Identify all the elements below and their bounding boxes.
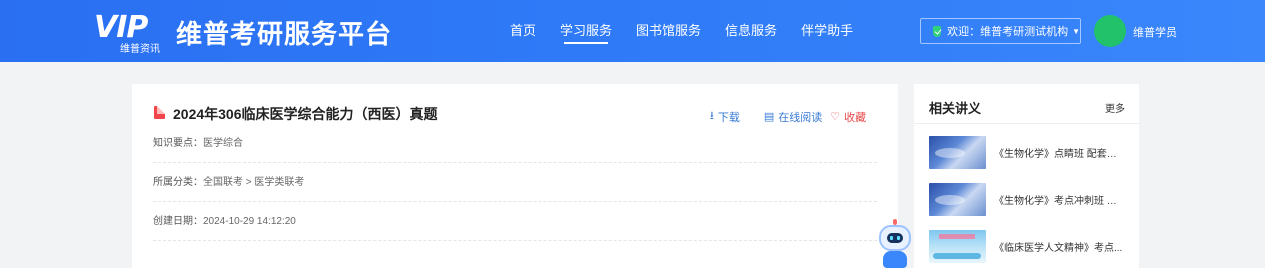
- robot-eye: [897, 236, 900, 240]
- platform-title: 维普考研服务平台: [176, 18, 393, 49]
- heart-icon: ♡: [830, 111, 841, 123]
- read-online-label: 在线阅读: [778, 111, 823, 124]
- nav-item-study-services[interactable]: 学习服务: [560, 0, 612, 62]
- welcome-text: 欢迎：维普考研测试机构: [947, 26, 1069, 38]
- nav-item-home[interactable]: 首页: [510, 0, 536, 62]
- list-item[interactable]: 《生物化学》点睛班 配套讲义: [929, 135, 1134, 170]
- institution-dropdown[interactable]: 欢迎：维普考研测试机构 ▼: [920, 18, 1081, 44]
- list-item[interactable]: 《临床医学人文精神》考点...: [929, 229, 1134, 264]
- meta-created-date: 创建日期：2024-10-29 14:12:20: [153, 202, 877, 241]
- document-card: 2024年306临床医学综合能力（西医）真题 ⭳ 下载 ▤ 在线阅读 ♡ 收藏 …: [132, 84, 898, 268]
- meta-value: 全国联考 > 医学类联考: [203, 177, 305, 188]
- robot-body: [883, 251, 907, 268]
- related-handouts-panel: 相关讲义 更多 《生物化学》点睛班 配套讲义 《生物化学》考点冲刺班 配... …: [914, 84, 1139, 268]
- read-icon: ▤: [763, 111, 775, 123]
- meta-label: 所属分类：: [153, 177, 203, 188]
- caret-down-icon: ▼: [1072, 26, 1080, 36]
- meta-value: 医学综合: [203, 138, 243, 149]
- panel-title: 相关讲义: [929, 101, 982, 116]
- robot-head: [879, 225, 911, 251]
- more-link[interactable]: 更多: [1105, 100, 1125, 115]
- vip-logo-mark: VIP 维普资讯: [94, 10, 166, 55]
- handout-thumbnail: [929, 136, 986, 169]
- list-item[interactable]: 《生物化学》考点冲刺班 配...: [929, 182, 1134, 217]
- nav-item-library-services[interactable]: 图书馆服务: [636, 0, 701, 62]
- handout-title: 《生物化学》点睛班 配套讲义: [994, 149, 1124, 160]
- meta-value: 2024-10-29 14:12:20: [203, 216, 296, 227]
- shield-icon: [933, 25, 942, 37]
- favorite-label: 收藏: [844, 111, 867, 124]
- main-nav: 首页 学习服务 图书馆服务 信息服务 伴学助手: [510, 0, 877, 62]
- download-label: 下载: [717, 111, 740, 124]
- handout-title: 《临床医学人文精神》考点...: [994, 243, 1123, 254]
- robot-assistant-icon[interactable]: [875, 219, 915, 268]
- panel-header: 相关讲义 更多: [914, 84, 1139, 124]
- username[interactable]: 维普学员: [1133, 24, 1177, 40]
- handout-thumbnail: [929, 183, 986, 216]
- handout-thumbnail: [929, 230, 986, 263]
- meta-label: 知识要点：: [153, 138, 203, 149]
- site-logo[interactable]: VIP 维普资讯 维普考研服务平台: [94, 10, 393, 55]
- robot-face: [887, 233, 903, 243]
- pdf-file-icon: [154, 106, 165, 119]
- nav-item-info-services[interactable]: 信息服务: [725, 0, 777, 62]
- meta-knowledge-point: 知识要点：医学综合: [153, 124, 877, 163]
- meta-label: 创建日期：: [153, 216, 203, 227]
- document-title: 2024年306临床医学综合能力（西医）真题: [173, 106, 438, 122]
- robot-eye: [890, 236, 893, 240]
- logo-subtitle: 维普资讯: [120, 44, 160, 55]
- handout-title: 《生物化学》考点冲刺班 配...: [994, 196, 1124, 207]
- user-avatar[interactable]: [1094, 15, 1126, 47]
- meta-category: 所属分类：全国联考 > 医学类联考: [153, 163, 877, 202]
- top-header: VIP 维普资讯 维普考研服务平台 首页 学习服务 图书馆服务 信息服务 伴学助…: [0, 0, 1265, 62]
- nav-item-study-assistant[interactable]: 伴学助手: [801, 0, 853, 62]
